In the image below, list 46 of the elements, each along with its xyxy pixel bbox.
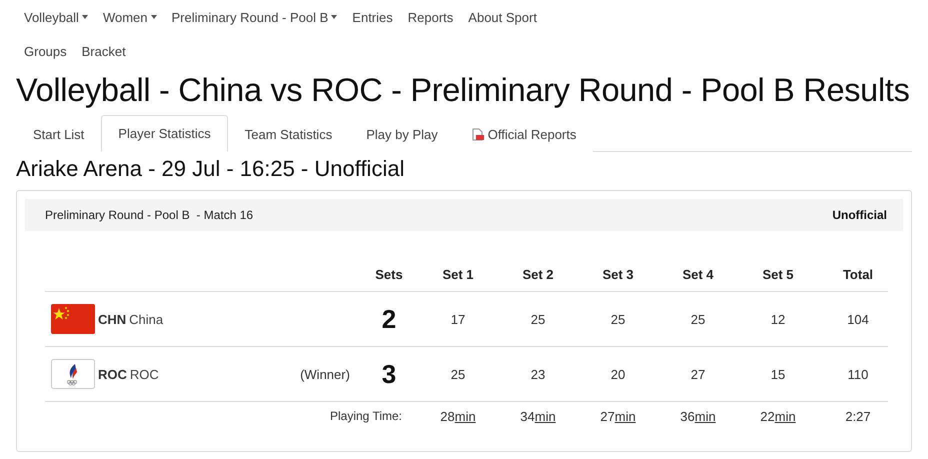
column-header: Set 5 xyxy=(761,266,795,282)
nav-link[interactable]: Women xyxy=(102,10,156,24)
match-status: Unofficial xyxy=(832,208,887,222)
team-name: ROC xyxy=(130,366,159,382)
team-code: ROC xyxy=(98,366,127,382)
column-header: Set 2 xyxy=(521,266,555,282)
set-score: 25 xyxy=(450,366,466,382)
nav-link[interactable]: Reports xyxy=(408,10,454,24)
nav-link[interactable]: Bracket xyxy=(82,44,126,58)
nav-link[interactable]: Volleyball xyxy=(24,10,88,24)
set-score: 25 xyxy=(610,312,626,326)
set-score: 20 xyxy=(610,366,626,382)
nav-link[interactable]: Groups xyxy=(24,44,67,58)
nav-link[interactable]: Preliminary Round - Pool B xyxy=(172,10,338,24)
column-header: Set 4 xyxy=(681,266,715,282)
set-score: 17 xyxy=(450,312,466,326)
set-score: 15 xyxy=(770,366,786,382)
set-score: 23 xyxy=(530,366,546,382)
winner-note: (Winner) xyxy=(299,366,351,382)
match-name: Preliminary Round - Pool B - Match 16 xyxy=(45,208,254,222)
set-duration: 28min xyxy=(439,408,477,424)
set-duration: 36min xyxy=(679,408,717,424)
column-header: Sets xyxy=(374,266,404,282)
team-name: China xyxy=(129,312,164,326)
sets-won: 3 xyxy=(380,358,398,390)
total-duration: 2:27 xyxy=(844,408,872,424)
column-header: Set 1 xyxy=(441,266,475,282)
set-duration: 27min xyxy=(599,408,637,424)
set-duration: 34min xyxy=(519,408,557,424)
set-duration: 22min xyxy=(759,408,797,424)
tab[interactable]: Player Statistics xyxy=(101,115,228,152)
set-score: 27 xyxy=(690,366,706,382)
column-header: Set 3 xyxy=(601,266,635,282)
column-header: Total xyxy=(842,266,874,282)
total-score: 104 xyxy=(846,312,870,326)
set-score: 25 xyxy=(690,312,706,326)
nav-link[interactable]: Entries xyxy=(352,10,393,24)
set-score: 12 xyxy=(770,312,786,326)
set-score: 25 xyxy=(530,312,546,326)
nav-link[interactable]: About Sport xyxy=(468,10,537,24)
venue-heading: Ariake Arena - 29 Jul - 16:25 - Unofficial xyxy=(16,155,406,183)
sets-won: 2 xyxy=(380,304,398,334)
team-code: CHN xyxy=(98,312,126,326)
playing-time-label: Playing Time: xyxy=(328,409,403,423)
page-title: Volleyball - China vs ROC - Preliminary Round - Pool B Results xyxy=(16,71,911,110)
total-score: 110 xyxy=(846,366,870,382)
